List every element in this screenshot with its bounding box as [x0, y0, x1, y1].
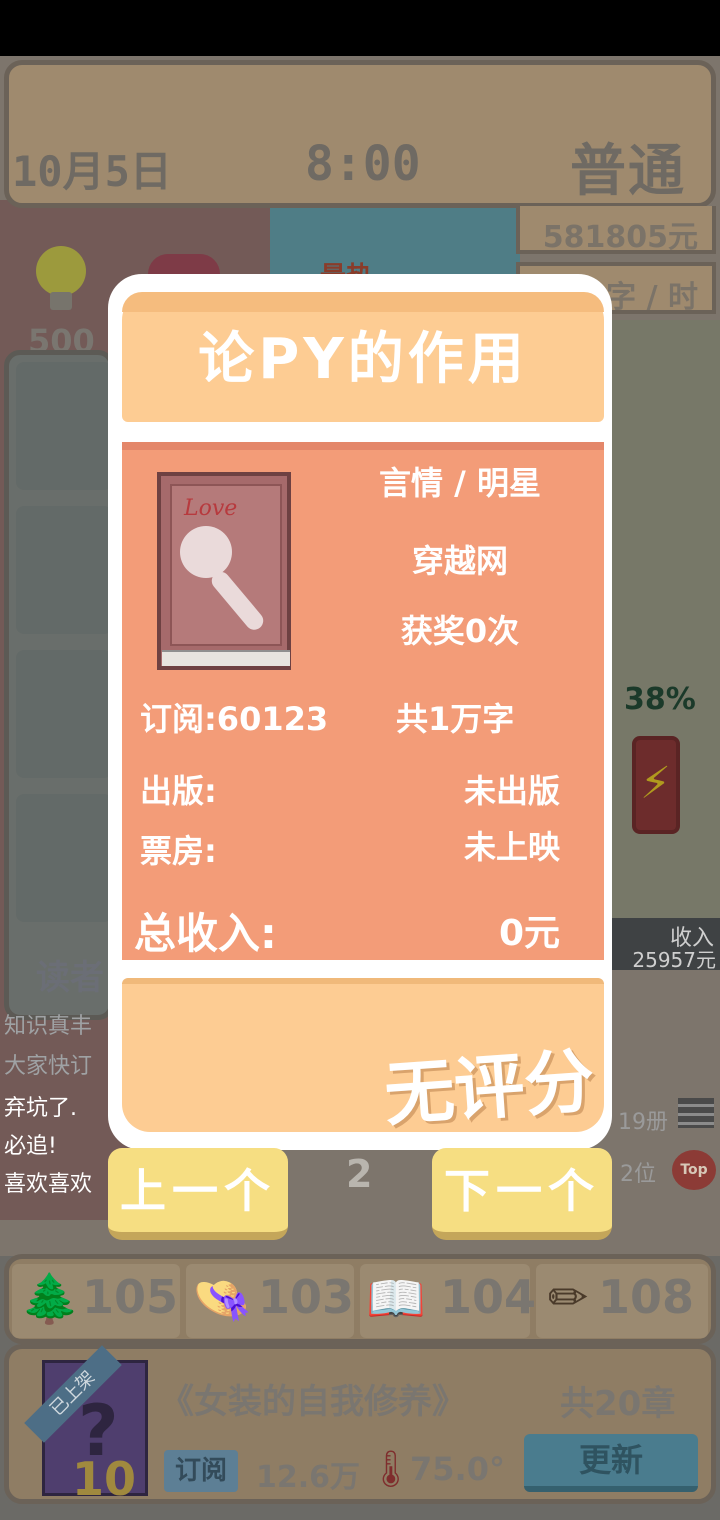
subscription-badge: 订阅	[164, 1450, 238, 1492]
previous-button[interactable]: 上一个	[108, 1148, 288, 1240]
reader-comment: 知识真丰	[4, 1014, 93, 1039]
publish-status: 未出版	[463, 772, 560, 810]
chapter-count: 共20章	[560, 1384, 676, 1424]
book-word-count: 共1万字	[396, 700, 515, 738]
progress-percent: 38%	[624, 682, 696, 717]
difficulty-label: 普通	[570, 139, 686, 204]
total-income-value: 0元	[498, 913, 560, 954]
subscription-count: 12.6万	[256, 1460, 361, 1495]
book-cover-number: 10	[72, 1452, 137, 1506]
shelf-count: 19册	[618, 1110, 668, 1135]
rank-value: 2位	[620, 1162, 656, 1187]
publish-label: 出版:	[140, 772, 217, 810]
book-subscriptions: 订阅:60123	[140, 700, 329, 738]
stat-value: 105	[82, 1270, 179, 1324]
money-value: 581805元	[542, 220, 698, 255]
reader-comment: 弃坑了.	[4, 1096, 77, 1121]
stat-value: 108	[598, 1270, 695, 1324]
update-button[interactable]: 更新	[524, 1434, 698, 1492]
game-time: 8:00	[305, 136, 421, 192]
pencil-icon: ✏	[548, 1270, 589, 1326]
reader-slot	[16, 362, 112, 490]
lightbulb-icon	[36, 246, 86, 296]
boxoffice-status: 未上映	[463, 828, 560, 866]
book-title: 《女装的自我修养》	[160, 1382, 466, 1422]
hat-woman-icon: 👒	[192, 1271, 252, 1327]
books-stack-icon	[678, 1098, 714, 1128]
book-genre: 言情 / 明星	[379, 464, 541, 502]
dialog-title-shadow	[122, 292, 604, 312]
boxoffice-label: 票房:	[140, 832, 217, 870]
reader-slot	[16, 794, 112, 922]
dialog-cover-pages	[162, 650, 290, 666]
next-button[interactable]: 下一个	[432, 1148, 612, 1240]
thermometer-icon: 🌡	[368, 1449, 414, 1490]
tree-icon: 🌲	[20, 1271, 80, 1327]
total-income-label: 总收入:	[134, 909, 277, 958]
stat-value: 103	[258, 1270, 355, 1324]
game-screen: 10月5日 8:00 普通 581805元 字 / 时 500 最热 读者 38…	[0, 0, 720, 1520]
cover-scribble: Love	[184, 496, 238, 521]
reader-slot	[16, 506, 112, 634]
stat-value: 104	[440, 1270, 537, 1324]
reader-slot	[16, 650, 112, 778]
book-site: 穿越网	[411, 542, 508, 580]
reader-comment: 喜欢喜欢	[4, 1172, 93, 1197]
status-bar	[0, 0, 720, 56]
book-awards: 获奖0次	[400, 612, 520, 650]
income-value: 25957元	[632, 948, 716, 972]
book-heat-rating: 75.0°	[410, 1450, 505, 1488]
page-number: 2	[346, 1152, 373, 1196]
game-date: 10月5日	[12, 147, 172, 196]
reader-comment: 大家快订	[4, 1054, 93, 1079]
money-box: 581805元	[516, 206, 716, 255]
open-book-icon: 📖	[366, 1271, 426, 1327]
microphone-icon	[180, 526, 232, 578]
writing-speed-value: 字 / 时	[606, 280, 698, 315]
dialog-book-title: 论PY的作用	[198, 327, 528, 392]
reader-label: 读者	[36, 958, 104, 998]
lightning-icon: ⚡	[640, 758, 671, 809]
top-rank-icon[interactable]: Top	[672, 1150, 716, 1190]
book-rating-stamp: 无评分	[381, 1039, 597, 1137]
lightbulb-base	[50, 292, 72, 310]
reader-comment: 必追!	[4, 1134, 57, 1159]
